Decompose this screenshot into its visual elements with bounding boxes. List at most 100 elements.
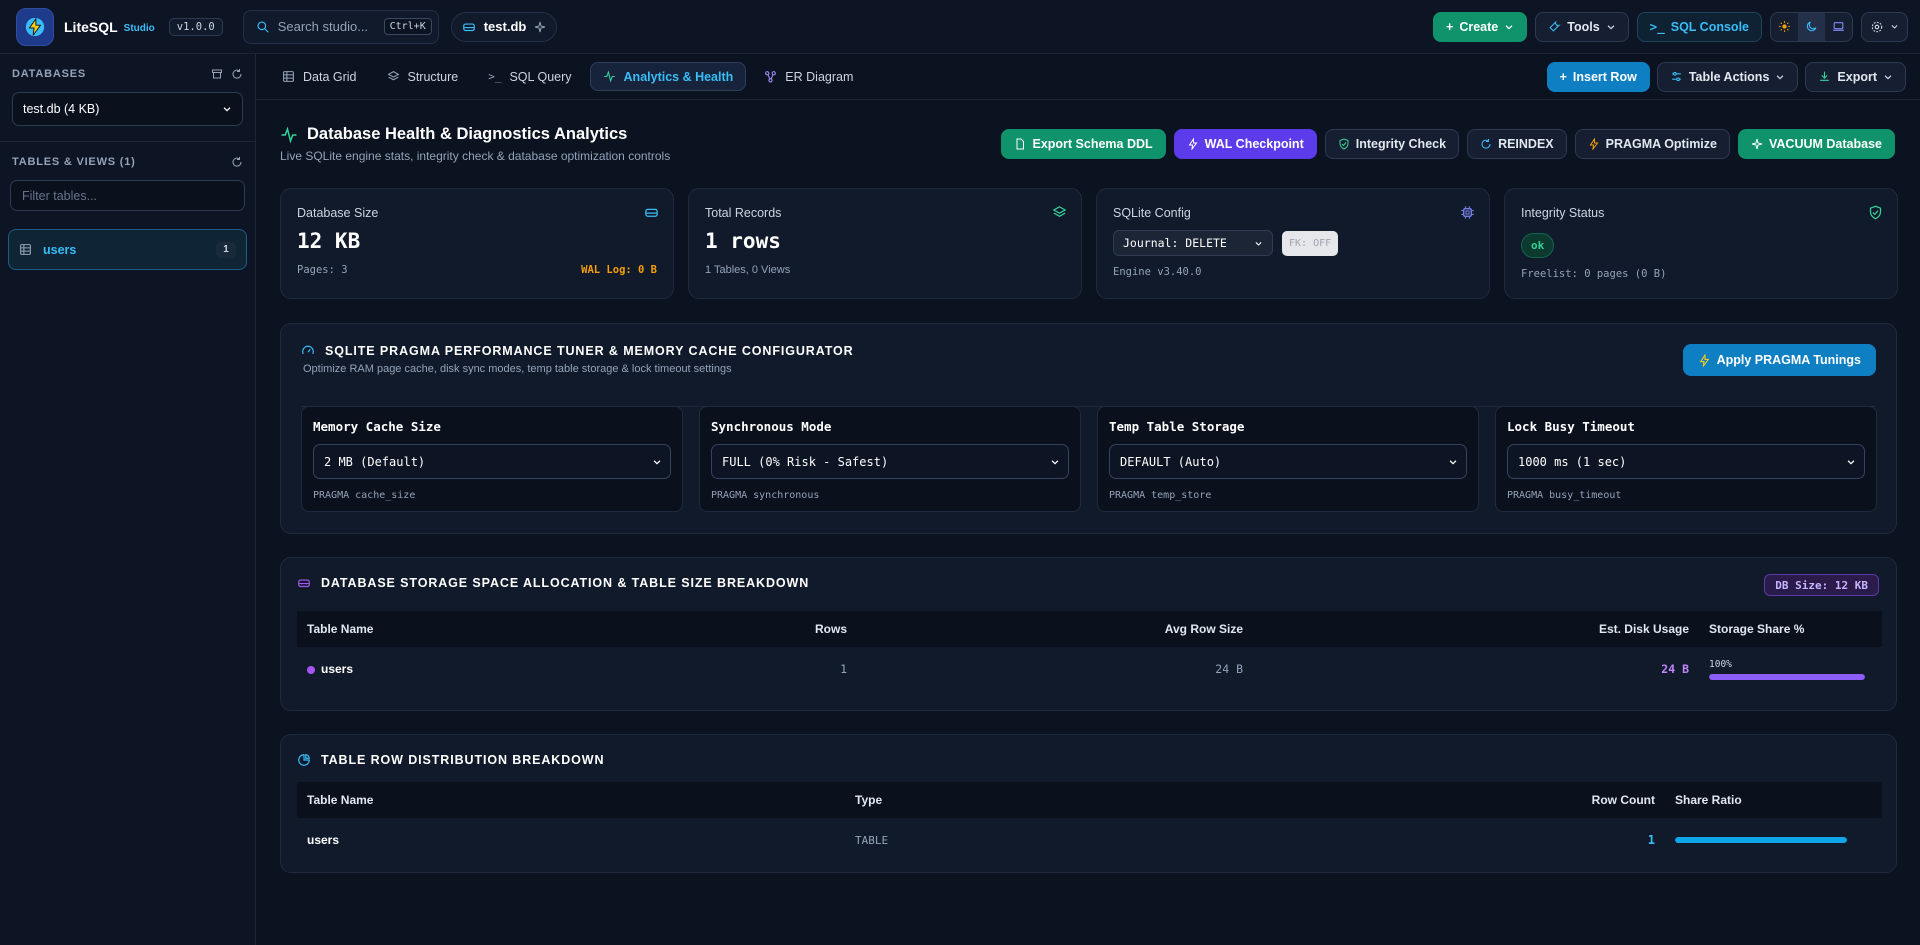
integrity-status-card: Integrity Status ok Freelist: 0 pages (0… [1504, 188, 1898, 299]
avg-row-size: 24 B [1215, 662, 1243, 676]
select-value: FULL (0% Risk - Safest) [722, 454, 889, 469]
chevron-down-icon [1884, 74, 1892, 80]
export-schema-ddl-button[interactable]: Export Schema DDL [1001, 129, 1166, 159]
refresh-icon[interactable] [231, 68, 243, 80]
table-row[interactable]: users 1 24 B 24 B 100% [297, 647, 1882, 691]
foreign-keys-toggle[interactable]: FK: OFF [1282, 230, 1339, 256]
tab-analytics-health[interactable]: Analytics & Health [589, 62, 747, 91]
active-db-chip[interactable]: test.db [450, 11, 558, 42]
drive-icon [645, 208, 658, 217]
refresh-icon [1481, 139, 1491, 149]
synchronous-setting: Synchronous Mode FULL (0% Risk - Safest)… [699, 406, 1081, 512]
table-actions-button[interactable]: Table Actions [1656, 61, 1799, 92]
database-select[interactable]: test.db (4 KB) [12, 92, 243, 126]
select-value: 2 MB (Default) [324, 454, 426, 469]
sun-icon[interactable] [1771, 13, 1798, 41]
tab-bar: Data Grid Structure >_ SQL Query Analyti… [256, 54, 1920, 100]
share-icon [765, 71, 777, 83]
section-title: SQLITE PRAGMA PERFORMANCE TUNER & MEMORY… [325, 344, 854, 358]
refresh-icon[interactable] [231, 156, 243, 168]
cache-size-select[interactable]: 2 MB (Default) [313, 444, 671, 479]
tab-label: ER Diagram [785, 69, 854, 84]
setting-label: Lock Busy Timeout [1507, 419, 1635, 434]
download-icon [1820, 71, 1830, 81]
insert-row-button[interactable]: + Insert Row [1546, 61, 1650, 92]
export-button[interactable]: Export [1805, 61, 1906, 92]
temp-store-select[interactable]: DEFAULT (Auto) [1109, 444, 1467, 479]
vacuum-database-label: VACUUM Database [1769, 137, 1882, 151]
global-search[interactable]: Search studio... Ctrl+K [242, 9, 439, 44]
busy-timeout-select[interactable]: 1000 ms (1 sec) [1507, 444, 1865, 479]
laptop-icon[interactable] [1825, 13, 1852, 41]
chevron-down-icon [1891, 24, 1898, 29]
pragma-optimize-label: PRAGMA Optimize [1605, 137, 1717, 151]
grid-icon [283, 71, 294, 82]
integrity-check-button[interactable]: Integrity Check [1324, 129, 1460, 159]
column-header: Rows [737, 611, 857, 647]
pages-count: Pages: 3 [297, 264, 348, 276]
wal-checkpoint-button[interactable]: WAL Checkpoint [1173, 129, 1317, 159]
plus-icon: + [1559, 69, 1567, 84]
tab-label: Structure [407, 69, 459, 84]
tab-structure[interactable]: Structure [375, 62, 471, 91]
reindex-button[interactable]: REINDEX [1467, 129, 1567, 159]
sql-console-button[interactable]: >_ SQL Console [1636, 11, 1762, 42]
theme-switcher [1770, 11, 1853, 42]
gear-icon [1871, 21, 1883, 32]
settings-button[interactable] [1861, 11, 1908, 42]
setting-hint: PRAGMA cache_size [313, 490, 416, 501]
chevron-down-icon [653, 459, 661, 465]
filter-tables-input[interactable]: Filter tables... [10, 180, 245, 211]
share-ratio-fill [1675, 837, 1847, 843]
section-subtitle: Optimize RAM page cache, disk sync modes… [303, 363, 732, 375]
setting-label: Synchronous Mode [711, 419, 832, 434]
row-distribution-panel: TABLE ROW DISTRIBUTION BREAKDOWN Table N… [280, 734, 1897, 873]
create-button[interactable]: + Create [1433, 11, 1528, 42]
stat-label: Integrity Status [1521, 206, 1605, 220]
table-actions-label: Table Actions [1688, 69, 1770, 84]
table-color-dot [307, 665, 315, 674]
pragma-optimize-button[interactable]: PRAGMA Optimize [1574, 129, 1730, 159]
databases-heading: DATABASES [12, 68, 87, 80]
main-content: Database Health & Diagnostics Analytics … [256, 100, 1920, 945]
distribution-table: Table Name Type Row Count Share Ratio us… [297, 782, 1882, 862]
tab-data-grid[interactable]: Data Grid [270, 62, 369, 91]
synchronous-select[interactable]: FULL (0% Risk - Safest) [711, 444, 1069, 479]
chevron-down-icon [223, 107, 231, 112]
sql-console-label: SQL Console [1670, 19, 1749, 34]
sliders-icon [1671, 71, 1681, 82]
tools-button[interactable]: Tools [1535, 11, 1629, 42]
wal-checkpoint-label: WAL Checkpoint [1204, 137, 1304, 151]
stat-value: 1 rows [705, 229, 781, 253]
file-code-icon [1016, 138, 1025, 150]
tab-sql-query[interactable]: >_ SQL Query [476, 62, 583, 91]
pulse-icon [603, 70, 615, 83]
wrench-icon [1549, 20, 1561, 32]
active-db-name: test.db [483, 19, 527, 34]
sidebar-item-users[interactable]: users 1 [8, 229, 247, 270]
vacuum-database-button[interactable]: VACUUM Database [1738, 129, 1895, 159]
setting-label: Temp Table Storage [1109, 419, 1245, 434]
pragma-tuner-panel: SQLITE PRAGMA PERFORMANCE TUNER & MEMORY… [280, 323, 1897, 534]
setting-hint: PRAGMA synchronous [711, 490, 820, 501]
layers-icon [1052, 206, 1067, 217]
search-placeholder: Search studio... [277, 19, 369, 34]
setting-hint: PRAGMA temp_store [1109, 490, 1212, 501]
tab-er-diagram[interactable]: ER Diagram [752, 62, 865, 91]
journal-mode-select[interactable]: Journal: DELETE [1113, 230, 1273, 256]
layers-icon [387, 71, 399, 81]
chevron-down-icon [1505, 24, 1513, 30]
moon-icon[interactable] [1798, 12, 1825, 41]
table-row[interactable]: users TABLE 1 [297, 818, 1882, 862]
create-label: Create [1459, 19, 1499, 34]
tab-label: Analytics & Health [623, 69, 734, 84]
pulse-icon [281, 125, 297, 144]
stat-label: Database Size [297, 206, 379, 220]
share-ratio-bar [1675, 837, 1847, 843]
apply-pragma-button[interactable]: Apply PRAGMA Tunings [1682, 344, 1876, 376]
table-icon [20, 244, 31, 255]
chevron-down-icon [1449, 459, 1457, 465]
app-name: LiteSQL [64, 18, 118, 35]
archive-icon[interactable] [211, 68, 223, 80]
gauge-icon [302, 345, 314, 355]
